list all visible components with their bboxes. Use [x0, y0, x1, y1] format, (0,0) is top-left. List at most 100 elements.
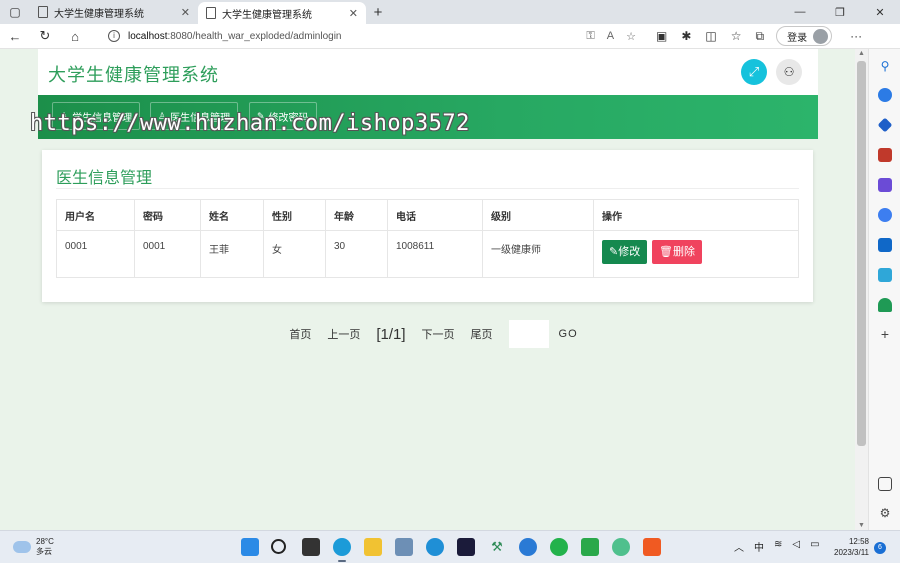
avatar: [813, 28, 829, 44]
col-name: 姓名: [200, 199, 264, 231]
speaker-icon[interactable]: ◁: [792, 539, 800, 554]
url-field[interactable]: i localhost:8080/health_war_exploded/adm…: [102, 26, 642, 46]
user-menu-icon[interactable]: ⚇: [776, 59, 802, 85]
site-title: 大学生健康管理系统: [48, 65, 219, 85]
browser-tab-1[interactable]: 大学生健康管理系统 ✕: [30, 0, 198, 24]
cell-level: 一级健康师: [482, 230, 594, 278]
home-icon[interactable]: ⌂: [60, 29, 90, 44]
hbuilder-icon[interactable]: [581, 538, 599, 556]
weather-text: 多云: [36, 547, 52, 556]
col-level: 级别: [482, 199, 594, 231]
page-icon: [206, 7, 216, 19]
collections-icon[interactable]: ⧉: [756, 29, 765, 44]
edge-icon[interactable]: [333, 538, 351, 556]
doctor-list-card: 医生信息管理 用户名 密码 姓名 性别 年龄 电话 级别 操作 0001 000…: [42, 150, 813, 302]
profile-login-button[interactable]: 登录: [776, 26, 833, 46]
file-explorer-icon[interactable]: [364, 538, 382, 556]
next-page-link[interactable]: 下一页: [422, 326, 455, 342]
tree-icon[interactable]: [878, 298, 892, 312]
bing-icon[interactable]: [878, 88, 892, 102]
prev-page-link[interactable]: 上一页: [327, 326, 360, 342]
tool-icon[interactable]: ⚒: [488, 538, 506, 556]
wechat-icon[interactable]: [550, 538, 568, 556]
back-icon[interactable]: ←: [0, 29, 30, 44]
photos-icon[interactable]: [395, 538, 413, 556]
settings-gear-icon[interactable]: ⚙: [878, 506, 892, 520]
wifi-icon[interactable]: ≋: [774, 539, 782, 554]
app-header: 大学生健康管理系统 ⤢ ⚇: [38, 49, 818, 95]
first-page-link[interactable]: 首页: [289, 326, 311, 342]
scroll-up-icon[interactable]: ▲: [858, 50, 865, 57]
watermark: https://www.huzhan.com/ishop3572: [30, 111, 470, 136]
outlook-icon[interactable]: [878, 238, 892, 252]
last-page-link[interactable]: 尾页: [471, 326, 493, 342]
date: 2023/3/11: [834, 548, 869, 557]
split-screen-icon[interactable]: ◫: [705, 29, 716, 44]
edge-beta-icon[interactable]: [426, 538, 444, 556]
page-icon: [38, 6, 48, 18]
restore-icon[interactable]: ❐: [820, 0, 860, 24]
key-icon[interactable]: ⚿: [586, 30, 594, 43]
close-window-icon[interactable]: ✕: [860, 0, 900, 24]
col-password: 密码: [134, 199, 201, 231]
sublime-icon[interactable]: [643, 538, 661, 556]
col-actions: 操作: [593, 199, 799, 231]
site-info-icon[interactable]: i: [108, 30, 120, 42]
task-view-icon[interactable]: [302, 538, 320, 556]
url-text: localhost:8080/health_war_exploded/admin…: [128, 30, 342, 42]
system-tray: ︿ 中 ≋ ◁ ▭: [734, 539, 820, 554]
ime-indicator[interactable]: 中: [754, 539, 764, 554]
divider: [56, 188, 799, 189]
fullscreen-icon[interactable]: ⤢: [741, 59, 767, 85]
chevron-up-icon[interactable]: ︿: [734, 539, 744, 554]
extensions-icon[interactable]: ✱: [681, 29, 691, 44]
read-aloud-icon[interactable]: A: [607, 30, 614, 43]
tab-actions-icon[interactable]: ▢: [0, 0, 30, 24]
close-tab-icon[interactable]: ✕: [181, 6, 190, 19]
battery-icon[interactable]: ▭: [810, 539, 819, 554]
game-icon[interactable]: ▣: [656, 29, 667, 44]
tag-icon[interactable]: [877, 117, 893, 133]
toolbox-icon[interactable]: [878, 148, 892, 162]
new-tab-button[interactable]: +: [366, 0, 390, 24]
sidebar-layout-icon[interactable]: [878, 477, 892, 491]
favorite-add-icon[interactable]: ☆: [626, 30, 636, 43]
more-menu-icon[interactable]: ···: [850, 29, 862, 43]
kugou-icon[interactable]: [519, 538, 537, 556]
weather-widget[interactable]: 28°C 多云: [10, 537, 54, 557]
browser-tab-2[interactable]: 大学生健康管理系统 ✕: [198, 2, 366, 24]
refresh-icon[interactable]: ↻: [30, 28, 60, 44]
browser-tab-strip: ▢ 大学生健康管理系统 ✕ 大学生健康管理系统 ✕ + — ❐ ✕: [0, 0, 900, 24]
office-icon[interactable]: [878, 208, 892, 222]
cell-username: 0001: [56, 230, 135, 278]
page-number-input[interactable]: [508, 320, 549, 348]
cell-name: 王菲: [200, 230, 264, 278]
app-icon[interactable]: [612, 538, 630, 556]
scroll-down-icon[interactable]: ▼: [858, 522, 865, 529]
minimize-icon[interactable]: —: [780, 0, 820, 24]
go-button[interactable]: GO: [559, 328, 578, 340]
current-page: [1/1]: [376, 325, 406, 343]
intellij-icon[interactable]: [457, 538, 475, 556]
notification-badge[interactable]: 6: [874, 542, 886, 554]
browser-sidebar: ⚲ + ⚙: [868, 49, 900, 530]
trash-icon: 🗑: [659, 246, 673, 258]
clock[interactable]: 12:58 2023/3/11: [831, 536, 869, 558]
start-icon[interactable]: [241, 538, 259, 556]
temperature: 28°C: [36, 537, 54, 546]
delete-button[interactable]: 🗑删除: [652, 240, 702, 264]
send-icon[interactable]: [878, 268, 892, 282]
games-icon[interactable]: [878, 178, 892, 192]
browser-tab-title: 大学生健康管理系统: [222, 9, 312, 21]
windows-taskbar: 28°C 多云 ⚒ ︿ 中 ≋ ◁ ▭ 12:58 2023/3/11 6: [0, 530, 900, 563]
close-tab-icon[interactable]: ✕: [349, 7, 358, 20]
search-icon[interactable]: ⚲: [878, 59, 892, 73]
page-scrollbar[interactable]: ▲ ▼: [855, 49, 868, 530]
search-taskbar-icon[interactable]: [271, 539, 286, 554]
cell-actions: ✎修改 🗑删除: [593, 230, 799, 278]
favorites-icon[interactable]: ☆: [731, 29, 742, 44]
delete-label: 删除: [672, 246, 695, 258]
edit-button[interactable]: ✎修改: [602, 240, 648, 264]
add-icon[interactable]: +: [878, 327, 892, 341]
scroll-thumb[interactable]: [857, 61, 866, 446]
